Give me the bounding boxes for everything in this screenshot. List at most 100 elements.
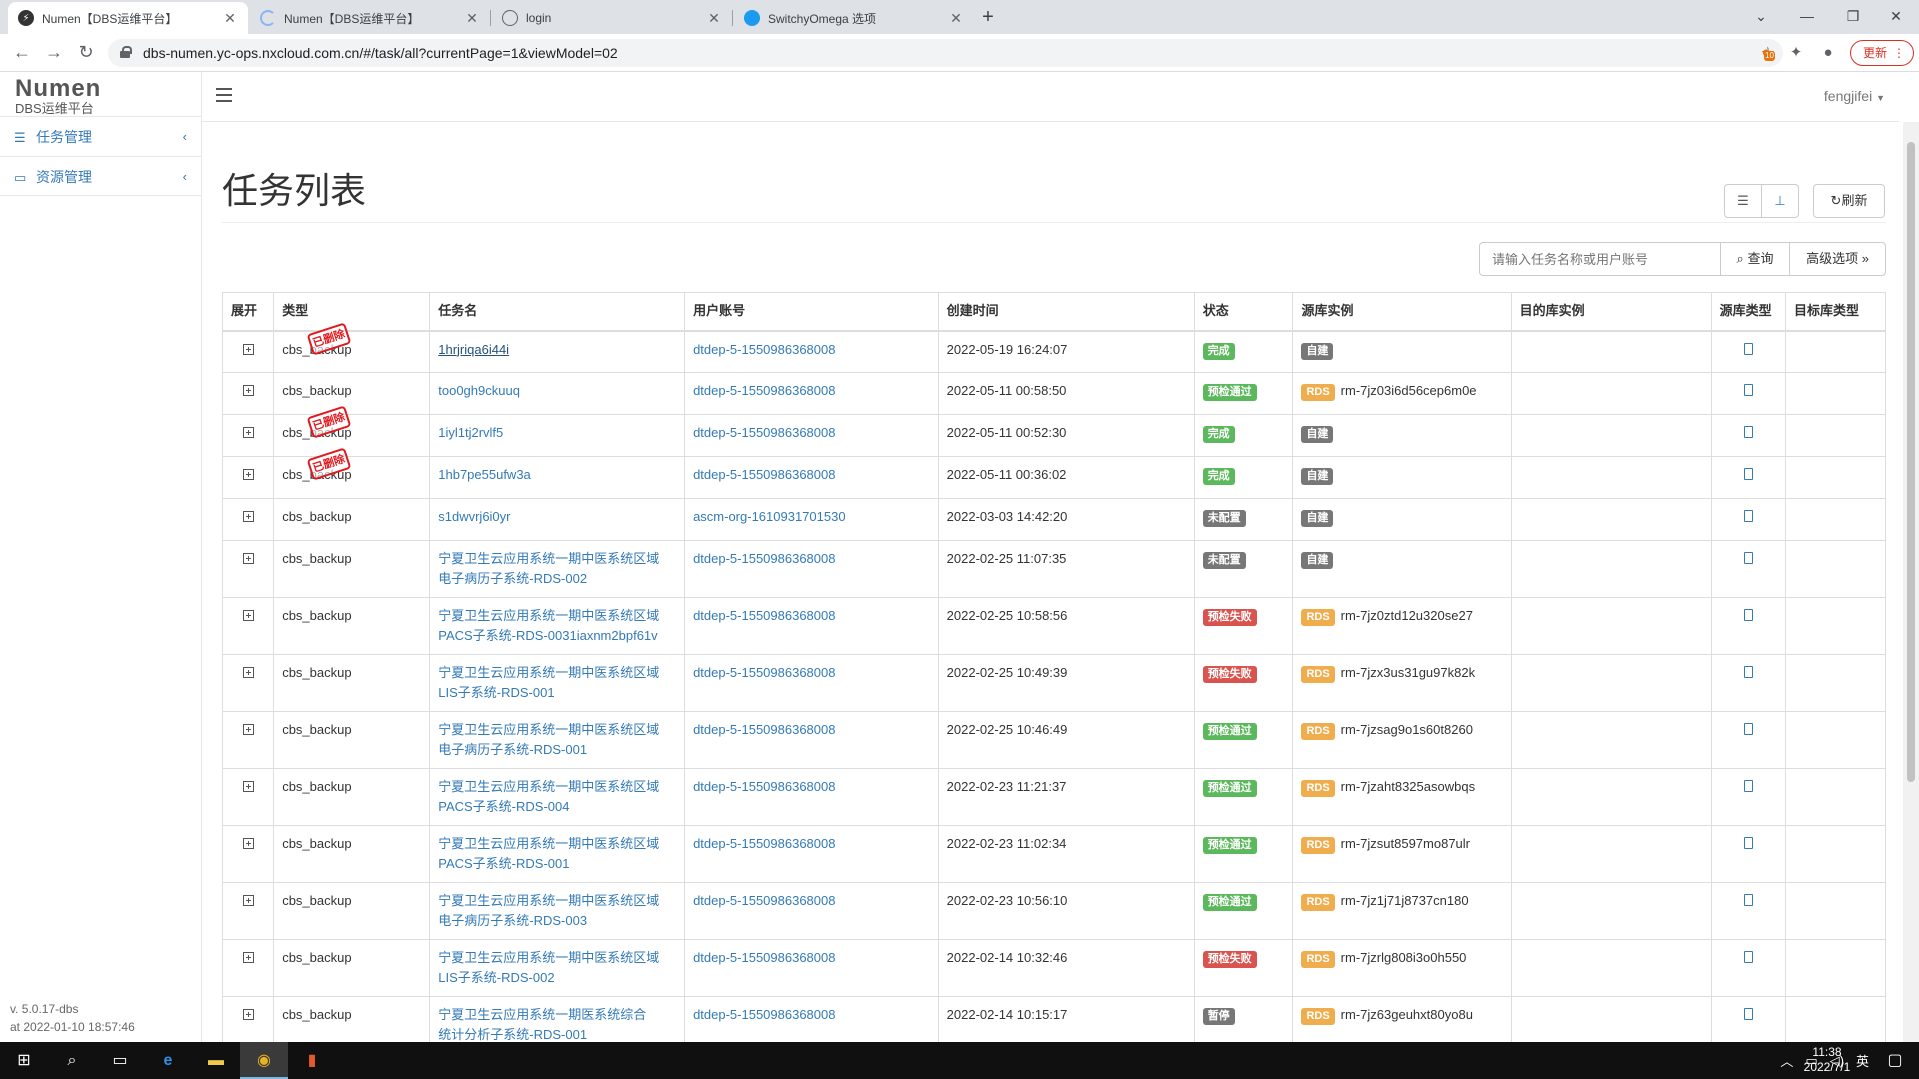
task-name-link[interactable]: 宁夏卫生云应用系统一期中医系统区域 [438, 720, 676, 740]
task-name-link-cont[interactable]: 电子病历子系统-RDS-003 [438, 911, 676, 931]
table-row[interactable]: cbs_backup too0gh9ckuuq dtdep-5-15509863… [221, 372, 1887, 415]
table-row[interactable]: cbs_backup s1dwvrj6i0yr ascm-org-1610931… [221, 498, 1887, 541]
advanced-options-button[interactable]: 高级选项 » [1789, 242, 1886, 276]
user-account-link[interactable]: dtdep-5-1550986368008 [693, 383, 835, 398]
expand-plus-icon[interactable] [242, 781, 254, 792]
task-name-link[interactable]: 1hrjriqa6i44i [438, 340, 676, 360]
extension-icon[interactable]: ●10 [1756, 43, 1776, 63]
browser-update-button[interactable]: 更新 ⋮ [1850, 40, 1914, 66]
user-account-cell[interactable]: dtdep-5-1550986368008 [684, 597, 939, 655]
user-account-cell[interactable]: dtdep-5-1550986368008 [684, 372, 939, 415]
task-name-link[interactable]: 1hb7pe55ufw3a [438, 465, 676, 485]
file-explorer-icon[interactable]: ▬ [192, 1042, 240, 1079]
expand-plus-icon[interactable] [242, 895, 254, 906]
task-name-cell[interactable]: 宁夏卫生云应用系统一期医系统综合 统计分析子系统-RDS-001 [429, 996, 686, 1042]
list-view-button[interactable]: ☰ [1724, 184, 1762, 218]
puzzle-extensions-icon[interactable]: ✦ [1786, 43, 1806, 63]
chrome-icon[interactable]: ◉ [240, 1042, 288, 1079]
task-name-link[interactable]: 宁夏卫生云应用系统一期中医系统区域 [438, 834, 676, 854]
expand-cell[interactable] [221, 939, 275, 997]
url-text[interactable]: dbs-numen.yc-ops.nxcloud.com.cn/#/task/a… [143, 45, 618, 61]
expand-plus-icon[interactable] [242, 553, 254, 564]
user-account-link[interactable]: dtdep-5-1550986368008 [693, 722, 835, 737]
close-icon[interactable]: ✕ [464, 10, 480, 26]
browser-tab[interactable]: ⚡ Numen【DBS运维平台】 ✕ [8, 2, 248, 34]
task-name-link-cont[interactable]: 电子病历子系统-RDS-002 [438, 569, 676, 589]
user-account-link[interactable]: dtdep-5-1550986368008 [693, 779, 835, 794]
task-name-cell[interactable]: 1iyl1tj2rvlf5 [429, 414, 686, 457]
expand-plus-icon[interactable] [242, 610, 254, 621]
expand-cell[interactable] [221, 414, 275, 457]
table-row[interactable]: cbs_backup 宁夏卫生云应用系统一期中医系统区域 电子病历子系统-RDS-… [221, 882, 1887, 940]
tab-search-icon[interactable]: ⌄ [1738, 0, 1784, 32]
task-name-link-cont[interactable]: PACS子系统-RDS-001 [438, 854, 676, 874]
task-name-cell[interactable]: 宁夏卫生云应用系统一期中医系统区域 LIS子系统-RDS-002 [429, 939, 686, 997]
task-name-cell[interactable]: 1hrjriqa6i44i [429, 330, 686, 373]
browser-tab[interactable]: SwitchyOmega 选项 ✕ [734, 2, 974, 34]
expand-cell[interactable] [221, 882, 275, 940]
task-name-cell[interactable]: 宁夏卫生云应用系统一期中医系统区域 PACS子系统-RDS-001 [429, 825, 686, 883]
scrollbar-thumb[interactable] [1907, 142, 1915, 782]
task-name-link-cont[interactable]: 统计分析子系统-RDS-001 [438, 1025, 676, 1042]
task-name-cell[interactable]: 宁夏卫生云应用系统一期中医系统区域 电子病历子系统-RDS-002 [429, 540, 686, 598]
close-icon[interactable]: ✕ [948, 10, 964, 26]
expand-cell[interactable] [221, 597, 275, 655]
table-row[interactable]: cbs_backup 宁夏卫生云应用系统一期中医系统区域 LIS子系统-RDS-0… [221, 939, 1887, 997]
browser-tab[interactable]: Numen【DBS运维平台】 ✕ [250, 2, 490, 34]
windows-start-icon[interactable]: ⊞ [0, 1042, 48, 1079]
user-account-link[interactable]: dtdep-5-1550986368008 [693, 608, 835, 623]
user-account-link[interactable]: dtdep-5-1550986368008 [693, 836, 835, 851]
restore-button[interactable]: ❐ [1830, 0, 1876, 32]
browser-tab[interactable]: login ✕ [492, 2, 732, 34]
user-account-link[interactable]: dtdep-5-1550986368008 [693, 467, 835, 482]
system-clock[interactable]: 11:38 2022/7/1 [1792, 1045, 1862, 1075]
user-account-cell[interactable]: ascm-org-1610931701530 [684, 498, 939, 541]
user-account-link[interactable]: dtdep-5-1550986368008 [693, 342, 835, 357]
table-row[interactable]: cbs_backup 宁夏卫生云应用系统一期中医系统区域 LIS子系统-RDS-0… [221, 654, 1887, 712]
user-account-link[interactable]: ascm-org-1610931701530 [693, 509, 846, 524]
new-tab-button[interactable]: + [975, 4, 1001, 30]
close-icon[interactable]: ✕ [222, 10, 238, 26]
search-input[interactable] [1479, 242, 1721, 276]
expand-cell[interactable] [221, 654, 275, 712]
user-account-cell[interactable]: dtdep-5-1550986368008 [684, 882, 939, 940]
user-account-link[interactable]: dtdep-5-1550986368008 [693, 425, 835, 440]
expand-plus-icon[interactable] [242, 724, 254, 735]
table-row[interactable]: cbs_backup 宁夏卫生云应用系统一期中医系统区域 PACS子系统-RDS-… [221, 768, 1887, 826]
task-name-link-cont[interactable]: LIS子系统-RDS-002 [438, 968, 676, 988]
expand-cell[interactable] [221, 372, 275, 415]
forward-button[interactable]: → [40, 38, 68, 66]
table-row[interactable]: cbs_backup 宁夏卫生云应用系统一期医系统综合 统计分析子系统-RDS-0… [221, 996, 1887, 1042]
task-name-cell[interactable]: 宁夏卫生云应用系统一期中医系统区域 电子病历子系统-RDS-003 [429, 882, 686, 940]
task-name-link[interactable]: 宁夏卫生云应用系统一期中医系统区域 [438, 948, 676, 968]
expand-cell[interactable] [221, 330, 275, 373]
internet-explorer-icon[interactable]: e [144, 1042, 192, 1079]
user-account-cell[interactable]: dtdep-5-1550986368008 [684, 768, 939, 826]
task-name-link[interactable]: 宁夏卫生云应用系统一期中医系统区域 [438, 663, 676, 683]
profile-avatar-icon[interactable]: ● [1818, 43, 1838, 63]
user-account-cell[interactable]: dtdep-5-1550986368008 [684, 996, 939, 1042]
notification-center-icon[interactable]: ▢ [1872, 1042, 1918, 1079]
expand-plus-icon[interactable] [242, 838, 254, 849]
expand-plus-icon[interactable] [242, 427, 254, 438]
minimize-button[interactable]: — [1784, 0, 1830, 32]
table-row[interactable]: cbs_backup 宁夏卫生云应用系统一期中医系统区域 PACS子系统-RDS-… [221, 825, 1887, 883]
expand-plus-icon[interactable] [242, 469, 254, 480]
task-name-link[interactable]: 1iyl1tj2rvlf5 [438, 423, 676, 443]
brand[interactable]: Numen DBS运维平台 [15, 76, 101, 116]
user-account-cell[interactable]: dtdep-5-1550986368008 [684, 330, 939, 373]
task-name-cell[interactable]: 宁夏卫生云应用系统一期中医系统区域 电子病历子系统-RDS-001 [429, 711, 686, 769]
expand-plus-icon[interactable] [242, 511, 254, 522]
page-scrollbar[interactable] [1903, 122, 1919, 1042]
tree-view-button[interactable]: ⊥ [1761, 184, 1799, 218]
close-window-button[interactable]: ✕ [1873, 0, 1919, 32]
expand-cell[interactable] [221, 996, 275, 1042]
sidebar-item-task-management[interactable]: ☰ 任务管理 ‹ [0, 116, 201, 156]
task-name-link-cont[interactable]: LIS子系统-RDS-001 [438, 683, 676, 703]
refresh-button[interactable]: ↻刷新 [1813, 184, 1885, 218]
task-name-link[interactable]: 宁夏卫生云应用系统一期中医系统区域 [438, 777, 676, 797]
close-icon[interactable]: ✕ [706, 10, 722, 26]
sidebar-item-resource-management[interactable]: ▭ 资源管理 ‹ [0, 156, 201, 196]
task-name-cell[interactable]: 宁夏卫生云应用系统一期中医系统区域 PACS子系统-RDS-004 [429, 768, 686, 826]
search-icon[interactable]: ⌕ [48, 1042, 96, 1079]
